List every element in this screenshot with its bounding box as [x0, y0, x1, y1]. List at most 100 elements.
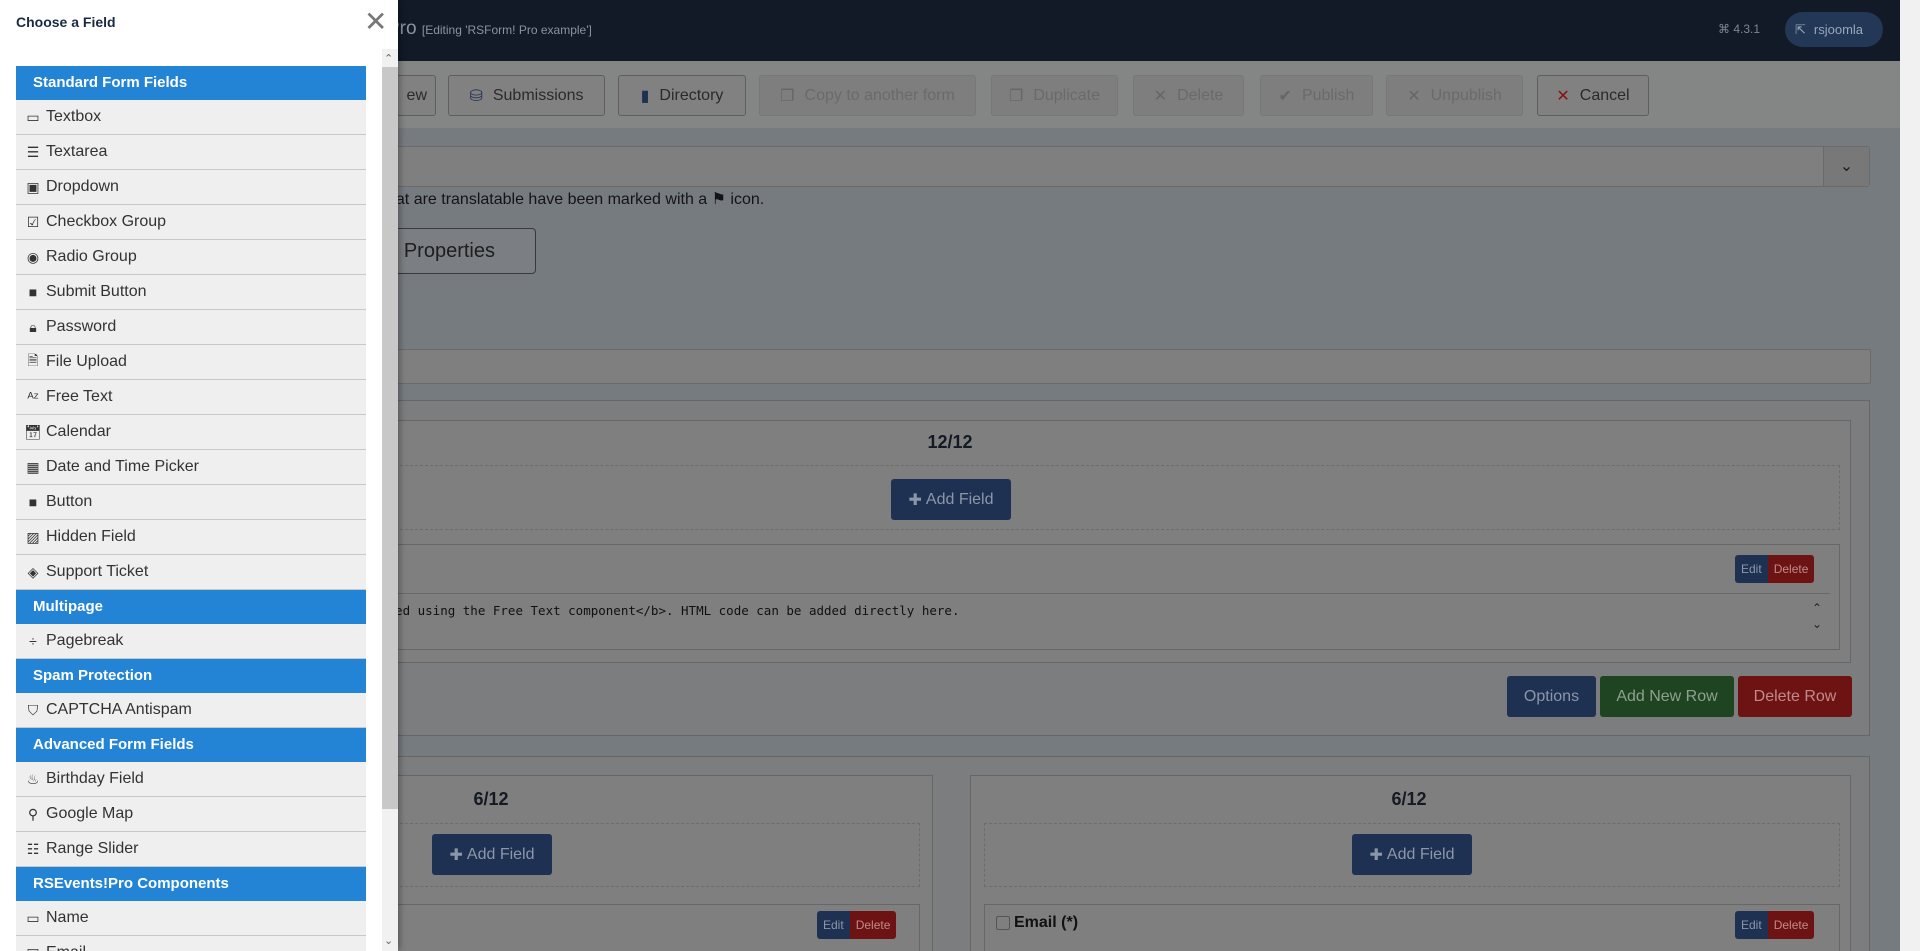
field-item-label: Textbox [46, 108, 102, 125]
delete-button[interactable]: Delete [1767, 555, 1815, 583]
field-item-button[interactable]: ■ Button [16, 485, 366, 520]
button-label: Copy to another form [804, 86, 955, 104]
edit-delete-group: Edit Delete [817, 911, 897, 939]
field-item-submit-button[interactable]: ■ Submit Button [16, 275, 366, 310]
toolbar-button-unpublish[interactable]: ✕ Unpublish [1386, 75, 1523, 116]
field-item-name[interactable]: ▭ Name [16, 901, 366, 936]
edit-button[interactable]: Edit [817, 911, 850, 939]
user-menu-button[interactable]: ⇱ rsjoomla [1785, 12, 1883, 47]
toolbar-button-cancel[interactable]: ✕ Cancel [1537, 75, 1649, 116]
chevron-down-icon: ⌄ [1823, 147, 1869, 186]
toolbar-button-duplicate[interactable]: ❐ Duplicate [991, 75, 1118, 116]
field-item-label: Range Slider [46, 840, 139, 857]
properties-tab[interactable]: Properties [380, 228, 536, 274]
field-item-support-ticket[interactable]: ◈ Support Ticket [16, 555, 366, 590]
scroll-down-icon[interactable]: ⌄ [384, 934, 393, 947]
toolbar-button-submissions[interactable]: ⛁ Submissions [448, 75, 605, 116]
field-item-google-map[interactable]: ⚲ Google Map [16, 797, 366, 832]
select-checkbox[interactable] [996, 916, 1010, 930]
column-size-label: 6/12 [1391, 789, 1427, 809]
translation-note: hat are translatable have been marked wi… [387, 191, 765, 208]
field-list: Standard Form Fields ▭ Textbox ☰ Textarea ▣ Dr… [16, 66, 366, 951]
lock-icon: 🔒︎ [29, 318, 37, 335]
button-label: ew [406, 86, 427, 104]
field-item-checkbox-group[interactable]: ☑ Checkbox Group [16, 205, 366, 240]
field-item-label: Date and Time Picker [46, 458, 199, 475]
field-item-label: CAPTCHA Antispam [46, 701, 192, 718]
page-scrollbar[interactable] [1900, 0, 1920, 951]
field-item-dropdown[interactable]: ▣ Dropdown [16, 170, 366, 205]
field-item-label: Google Map [46, 805, 134, 822]
toolbar-button-directory[interactable]: ▮ Directory [618, 75, 746, 116]
scroll-up-icon[interactable]: ⌃ [384, 52, 393, 65]
field-item-date-and-time-picker[interactable]: ▦ Date and Time Picker [16, 450, 366, 485]
add-new-row-button[interactable]: Add New Row [1600, 676, 1734, 717]
add-field-button[interactable]: ✚ Add Field [1352, 834, 1472, 875]
field-item-label: Button [46, 493, 93, 510]
page-title: Pro [Editing 'RSForm! Pro example'] [387, 18, 592, 40]
x-icon: ✕ [1153, 87, 1168, 105]
field-item-calendar[interactable]: 📅︎ Calendar [16, 415, 366, 450]
field-item-textbox[interactable]: ▭ Textbox [16, 100, 366, 135]
scrollbar-thumb[interactable] [382, 67, 398, 809]
delete-button[interactable]: Delete [1767, 911, 1815, 939]
textarea-scroll-arrows[interactable]: ⌃ ⌄ [1812, 600, 1822, 632]
add-field-button[interactable]: ✚ Add Field [432, 834, 552, 875]
field-item-label: Support Ticket [46, 563, 149, 580]
form-name-input[interactable] [380, 349, 1871, 384]
button-label: Submissions [492, 86, 584, 104]
plus-icon: ✚ [449, 846, 463, 864]
toolbar-button-copy-to-another-form[interactable]: ❐ Copy to another form [759, 75, 976, 116]
toolbar-button-delete[interactable]: ✕ Delete [1133, 75, 1244, 116]
close-icon[interactable]: ✕ [364, 8, 387, 36]
calendar-icon: 📅︎ [24, 423, 42, 440]
field-item-range-slider[interactable]: ☷ Range Slider [16, 832, 366, 867]
field-item-birthday-field[interactable]: ♨ Birthday Field [16, 762, 366, 797]
field-item-label: Email [46, 944, 86, 951]
field-item-label: Dropdown [46, 178, 119, 195]
field-item-captcha-antispam[interactable]: ⛉ CAPTCHA Antispam [16, 693, 366, 728]
edit-button[interactable]: Edit [1735, 911, 1768, 939]
field-email [984, 904, 1840, 951]
pagebreak-icon: ÷ [29, 633, 37, 649]
joomla-version: ⌘ 4.3.1 [1718, 22, 1761, 36]
check-icon: ✔ [1278, 87, 1292, 105]
field-item-email[interactable]: ▣ Email [16, 936, 366, 951]
copy-icon: ❐ [780, 87, 795, 105]
language-select[interactable]: ⌄ [380, 146, 1870, 187]
add-field-label: Add Field [1386, 845, 1455, 863]
delete-row-button[interactable]: Delete Row [1738, 676, 1852, 717]
external-link-icon: ⇱ [1795, 21, 1806, 37]
edit-button[interactable]: Edit [1735, 555, 1768, 583]
free-text-preview: dded using the Free Text component</b>. … [380, 603, 960, 618]
version-text: 4.3.1 [1733, 22, 1761, 36]
field-item-label: Submit Button [46, 283, 147, 300]
textarea-icon: ☰ [26, 143, 40, 160]
field-item-pagebreak[interactable]: ÷ Pagebreak [16, 624, 366, 659]
checkbox-icon: ☑ [26, 213, 40, 230]
section-header: Spam Protection [16, 659, 366, 693]
toolbar-button-publish[interactable]: ✔ Publish [1260, 75, 1373, 116]
field-item-file-upload[interactable]: 🗎 File Upload [16, 345, 366, 380]
options-button[interactable]: Options [1507, 676, 1596, 717]
field-item-label: Password [46, 318, 117, 335]
field-item-hidden-field[interactable]: ▨ Hidden Field [16, 520, 366, 555]
edit-delete-group: Edit Delete [1735, 555, 1815, 583]
field-item-label: Textarea [46, 143, 108, 160]
field-item-free-text[interactable]: ᴬᶻ Free Text [16, 380, 366, 415]
field-item-textarea[interactable]: ☰ Textarea [16, 135, 366, 170]
user-name: rsjoomla [1813, 22, 1864, 37]
hidden-icon: ▨ [26, 528, 40, 545]
list-icon: ☷ [26, 840, 40, 857]
a-z-icon: ᴬᶻ [27, 389, 39, 405]
field-item-label: Free Text [46, 388, 113, 405]
field-item-radio-group[interactable]: ◉ Radio Group [16, 240, 366, 275]
add-field-button[interactable]: ✚ Add Field [891, 479, 1011, 520]
field-item-label: Radio Group [46, 248, 137, 265]
section-header: Standard Form Fields [16, 66, 366, 100]
delete-button[interactable]: Delete [849, 911, 897, 939]
button-label: Duplicate [1033, 86, 1101, 104]
field-item-label: Name [46, 909, 89, 926]
section-header: Advanced Form Fields [16, 728, 366, 762]
field-item-password[interactable]: 🔒︎ Password [16, 310, 366, 345]
